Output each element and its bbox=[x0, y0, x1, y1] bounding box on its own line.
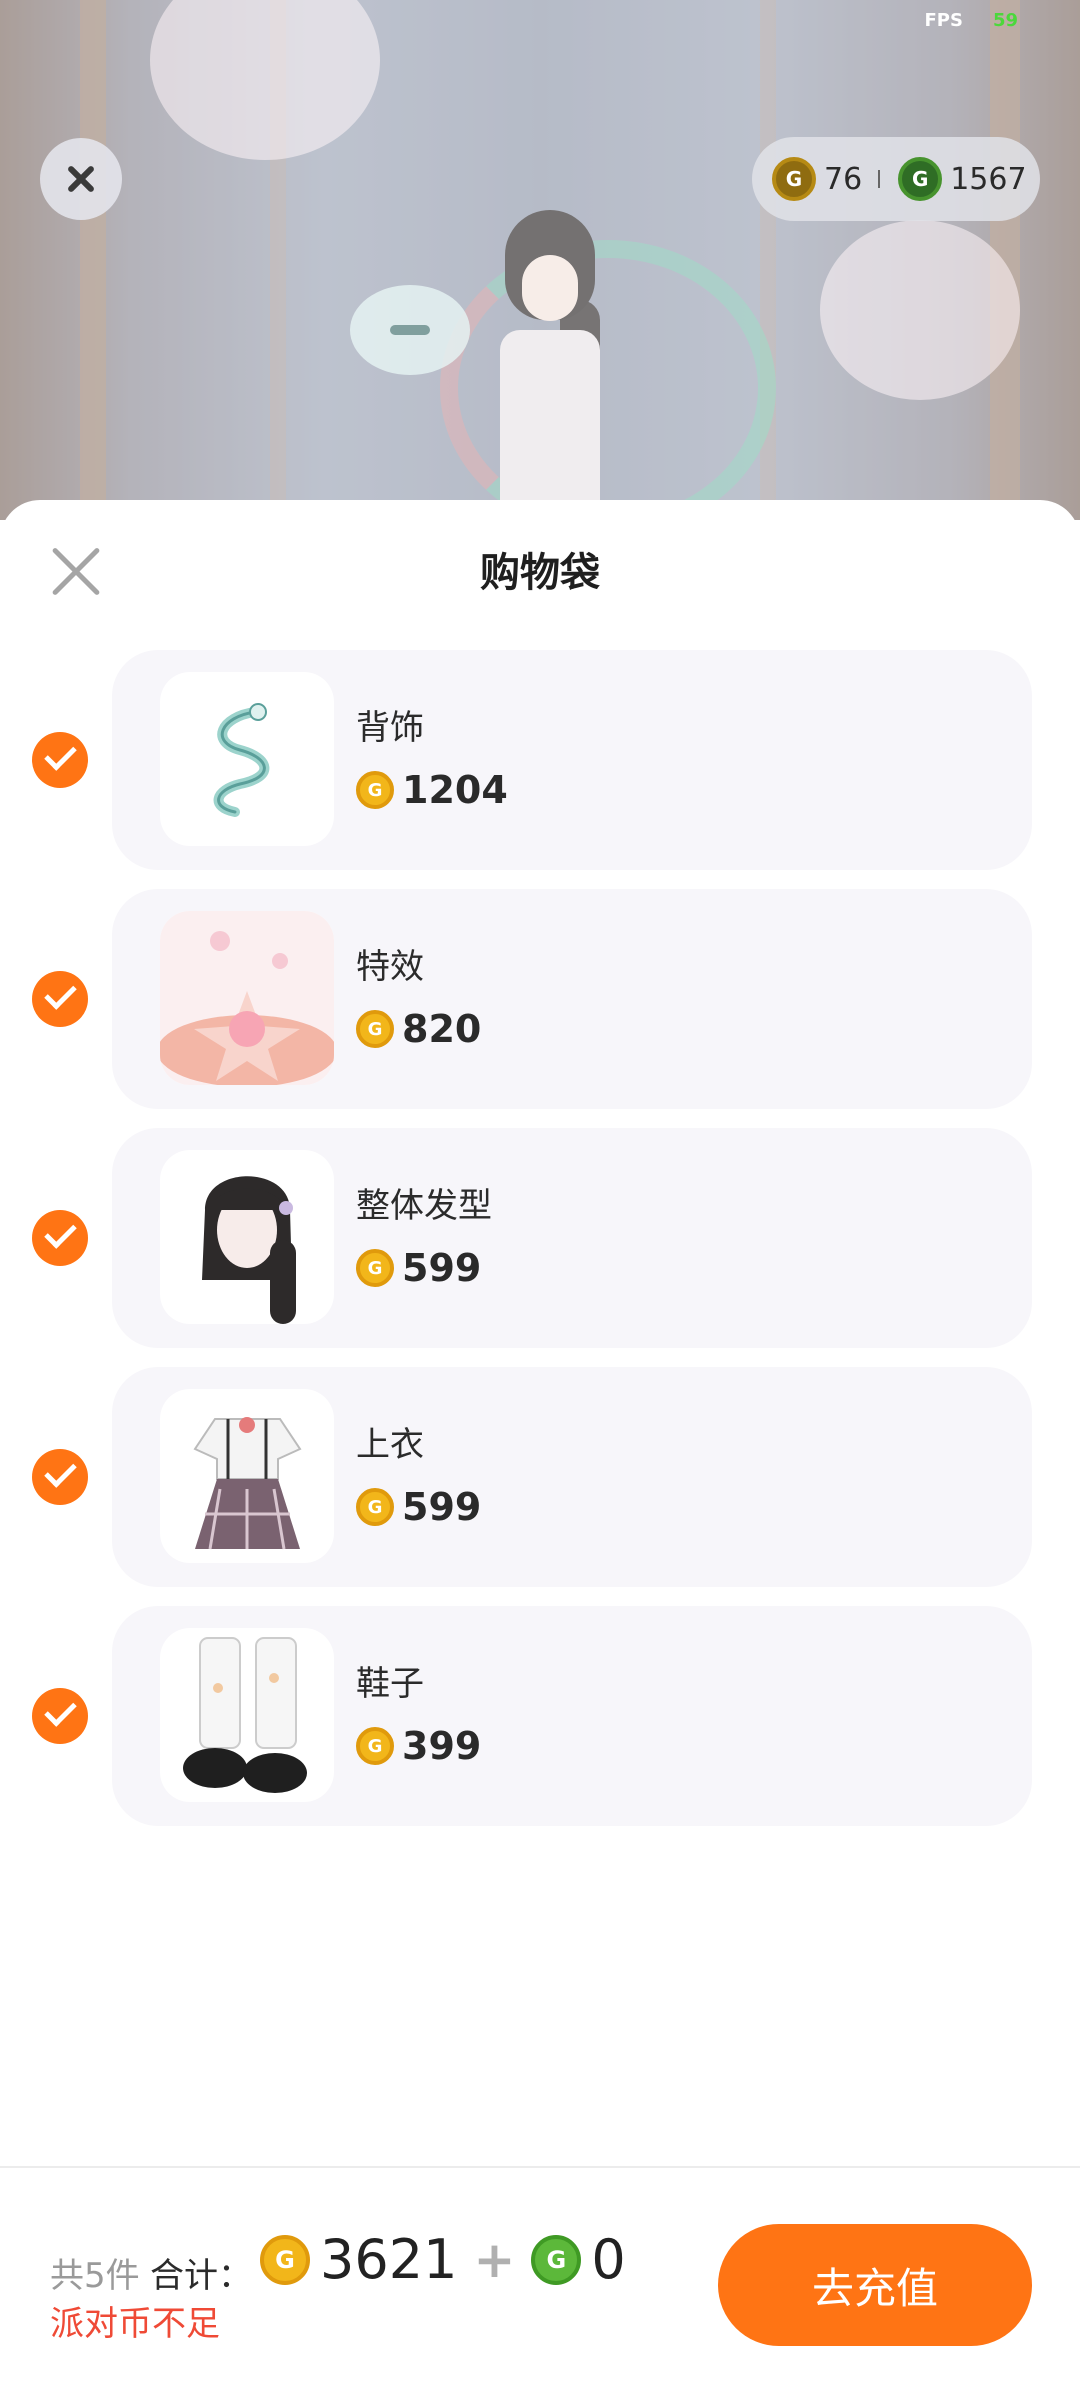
gold-coin-icon: G bbox=[356, 1249, 394, 1287]
total-label: 合计： bbox=[150, 2256, 252, 2296]
price-value: 599 bbox=[402, 1246, 482, 1290]
recharge-button[interactable]: 去充值 bbox=[718, 2224, 1032, 2346]
item-price: G 599 bbox=[356, 1485, 481, 1529]
item-card[interactable]: 背饰 G 1204 bbox=[112, 650, 1032, 870]
green-total: 0 bbox=[591, 2228, 626, 2291]
dim-overlay bbox=[0, 0, 1080, 520]
checkbox-checked-icon[interactable] bbox=[32, 1688, 88, 1744]
divider bbox=[878, 170, 881, 188]
gold-total: 3621 bbox=[320, 2228, 458, 2291]
item-thumbnail bbox=[160, 1389, 334, 1563]
list-item[interactable]: 特效 G 820 bbox=[0, 889, 1080, 1109]
item-card[interactable]: 特效 G 820 bbox=[112, 889, 1032, 1109]
green-coin-icon: G bbox=[898, 157, 943, 201]
gold-coin-icon: G bbox=[356, 1010, 394, 1048]
list-item[interactable]: 上衣 G 599 bbox=[0, 1367, 1080, 1587]
green-balance: 1567 bbox=[950, 161, 1027, 197]
item-card[interactable]: 上衣 G 599 bbox=[112, 1367, 1032, 1587]
price-value: 399 bbox=[402, 1724, 482, 1768]
price-value: 1204 bbox=[402, 768, 508, 812]
shopping-bag-sheet: 购物袋 背饰 G 1204 特效 G 820 整体发型 G 599 上衣 G 5… bbox=[0, 500, 1080, 2400]
gold-coin-icon: G bbox=[356, 1488, 394, 1526]
checkbox-checked-icon[interactable] bbox=[32, 1449, 88, 1505]
gold-coin-icon: G bbox=[772, 157, 816, 201]
gold-coin-icon: G bbox=[260, 2234, 310, 2285]
sheet-title: 购物袋 bbox=[480, 550, 600, 596]
list-item[interactable]: 背饰 G 1204 bbox=[0, 650, 1080, 870]
plus-sign: + bbox=[473, 2230, 516, 2289]
fps-label: FPS bbox=[924, 10, 963, 31]
fps-counter: FPS 59 bbox=[924, 10, 1018, 31]
checkout-bar: 共5件 合计： G 3621 + G 0 派对币不足 去充值 bbox=[0, 2166, 1080, 2402]
currency-balance[interactable]: G 76 G 1567 bbox=[752, 137, 1040, 221]
item-count: 共5件 bbox=[50, 2256, 140, 2296]
price-value: 820 bbox=[402, 1007, 482, 1051]
item-thumbnail bbox=[160, 1628, 334, 1802]
item-price: G 820 bbox=[356, 1007, 481, 1051]
total-price: G 3621 + G 0 bbox=[260, 2228, 626, 2291]
item-price: G 1204 bbox=[356, 768, 508, 812]
character-scene bbox=[0, 0, 1080, 520]
item-name: 整体发型 bbox=[356, 1186, 492, 1226]
item-thumbnail bbox=[160, 911, 334, 1085]
item-name: 背饰 bbox=[356, 708, 424, 748]
gold-coin-icon: G bbox=[356, 771, 394, 809]
item-name: 特效 bbox=[356, 947, 424, 987]
green-coin-icon: G bbox=[531, 2234, 582, 2285]
item-name: 上衣 bbox=[356, 1425, 424, 1465]
item-price: G 599 bbox=[356, 1246, 481, 1290]
fps-value: 59 bbox=[992, 10, 1018, 31]
insufficient-funds-warning: 派对币不足 bbox=[50, 2304, 220, 2344]
close-scene-button[interactable] bbox=[40, 138, 122, 220]
item-price: G 399 bbox=[356, 1724, 481, 1768]
item-name: 鞋子 bbox=[356, 1664, 424, 1704]
gold-balance: 76 bbox=[824, 161, 863, 197]
item-card[interactable]: 整体发型 G 599 bbox=[112, 1128, 1032, 1348]
list-item[interactable]: 鞋子 G 399 bbox=[0, 1606, 1080, 1826]
item-card[interactable]: 鞋子 G 399 bbox=[112, 1606, 1032, 1826]
checkbox-checked-icon[interactable] bbox=[32, 971, 88, 1027]
checkbox-checked-icon[interactable] bbox=[32, 732, 88, 788]
item-thumbnail bbox=[160, 672, 334, 846]
gold-coin-icon: G bbox=[356, 1727, 394, 1765]
checkbox-checked-icon[interactable] bbox=[32, 1210, 88, 1266]
list-item[interactable]: 整体发型 G 599 bbox=[0, 1128, 1080, 1348]
price-value: 599 bbox=[402, 1485, 482, 1529]
item-thumbnail bbox=[160, 1150, 334, 1324]
